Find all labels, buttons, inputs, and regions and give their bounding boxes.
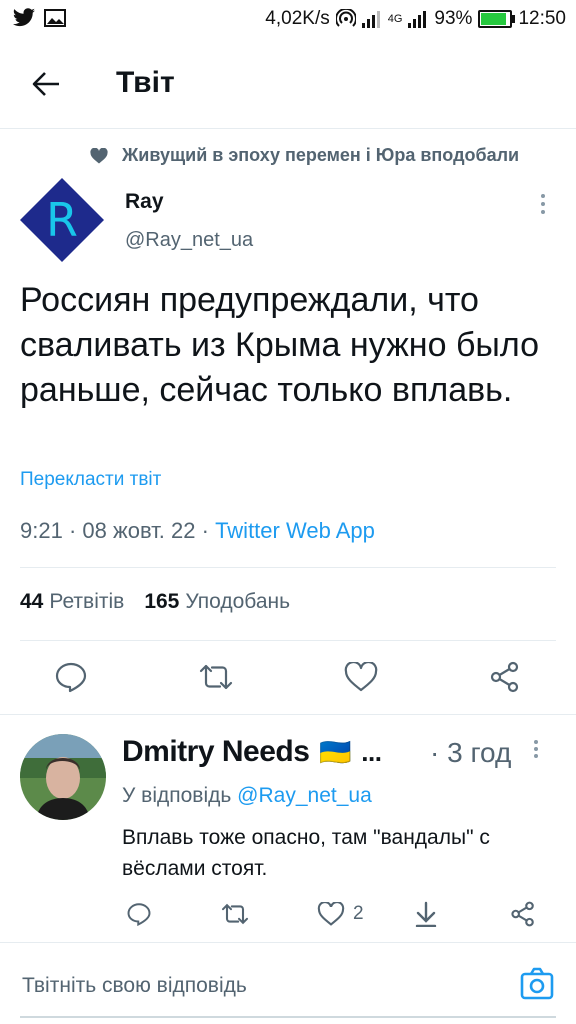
status-bar: 4,02K/s 4G 93% 12:50 xyxy=(0,0,576,40)
signal-icon xyxy=(408,11,427,28)
share-icon xyxy=(511,901,534,927)
avatar-letter: R xyxy=(46,193,78,247)
divider xyxy=(20,567,556,568)
reply-to-handle-link[interactable]: @Ray_net_ua xyxy=(237,784,372,807)
network-speed: 4,02K/s xyxy=(265,8,330,29)
retweets-stat[interactable]: 44 Ретвітів xyxy=(20,590,124,614)
likes-stat[interactable]: 165 Уподобань xyxy=(144,590,290,614)
reply-more-options-button[interactable] xyxy=(534,740,538,758)
tweet-stats: 44 Ретвітів 165 Уподобань xyxy=(20,590,290,614)
reply-retweet-button[interactable] xyxy=(220,896,250,932)
tweet-date[interactable]: 08 жовт. 22 xyxy=(82,518,195,543)
divider xyxy=(20,640,556,641)
social-context-text: Живущий в эпоху перемен і Юра вподобали xyxy=(122,145,520,165)
tweet-time[interactable]: 9:21 xyxy=(20,518,63,543)
page-title: Твіт xyxy=(116,66,175,99)
reply-reply-button[interactable] xyxy=(126,896,152,932)
tweet-text: Россиян предупреждали, что сваливать из … xyxy=(20,281,539,409)
network-type: 4G xyxy=(387,13,403,25)
image-icon xyxy=(44,9,66,27)
more-options-button[interactable] xyxy=(530,190,556,218)
reply-time[interactable]: · 3 год xyxy=(430,737,511,769)
divider xyxy=(0,942,576,943)
translate-tweet-link[interactable]: Перекласти твіт xyxy=(20,469,161,491)
top-app-bar: Твіт xyxy=(0,40,576,129)
divider xyxy=(0,714,576,715)
avatar-logo: R xyxy=(20,178,104,262)
replying-to: У відповідь @Ray_net_ua xyxy=(122,784,372,807)
reply-actions: 2 xyxy=(0,896,576,932)
download-icon xyxy=(415,901,437,927)
clock: 12:50 xyxy=(518,8,566,29)
twitter-icon xyxy=(13,8,35,27)
name-ellipsis: ... xyxy=(361,736,382,767)
reply-compose-input[interactable] xyxy=(22,970,492,1002)
heart-outline-icon xyxy=(344,662,378,692)
retweet-button[interactable] xyxy=(191,652,241,702)
camera-icon xyxy=(520,967,554,1000)
tweet-source[interactable]: Twitter Web App xyxy=(215,518,375,543)
avatar-photo xyxy=(20,734,106,820)
reply-like-count: 2 xyxy=(353,903,364,924)
reply-like-button[interactable]: 2 xyxy=(317,896,364,932)
share-button[interactable] xyxy=(480,652,530,702)
arrow-left-icon xyxy=(32,72,59,96)
like-button[interactable] xyxy=(336,652,386,702)
reply-text: Вплавь тоже опасно, там "вандалы" с вёсл… xyxy=(122,826,490,880)
reply-icon xyxy=(55,662,87,693)
social-context[interactable]: Живущий в эпоху перемен і Юра вподобали xyxy=(90,145,519,166)
heart-icon xyxy=(90,147,108,163)
reply-download-button[interactable] xyxy=(414,896,438,932)
camera-button[interactable] xyxy=(519,966,555,1002)
reply-icon xyxy=(127,903,151,926)
reply-share-button[interactable] xyxy=(510,896,536,932)
hotspot-icon xyxy=(335,9,356,27)
reply-avatar[interactable] xyxy=(20,734,106,820)
reply-author-name[interactable]: Dmitry Needs 🇺🇦 ... xyxy=(122,735,382,769)
share-icon xyxy=(490,661,519,693)
tweet-meta: 9:21 · 08 жовт. 22 · Twitter Web App xyxy=(20,518,375,543)
signal-icon xyxy=(361,11,380,28)
heart-outline-icon xyxy=(317,902,345,926)
compose-underline xyxy=(20,1016,556,1018)
avatar[interactable]: R xyxy=(18,176,106,264)
back-button[interactable] xyxy=(26,64,66,104)
tweet-actions xyxy=(0,652,576,702)
author-handle[interactable]: @Ray_net_ua xyxy=(125,229,253,252)
battery-icon xyxy=(478,10,516,28)
reply-button[interactable] xyxy=(46,652,96,702)
battery-percent: 93% xyxy=(434,8,473,29)
retweet-icon xyxy=(199,664,233,690)
ukraine-flag-icon: 🇺🇦 xyxy=(319,736,352,767)
author-name[interactable]: Ray xyxy=(125,190,164,214)
retweet-icon xyxy=(221,903,249,925)
